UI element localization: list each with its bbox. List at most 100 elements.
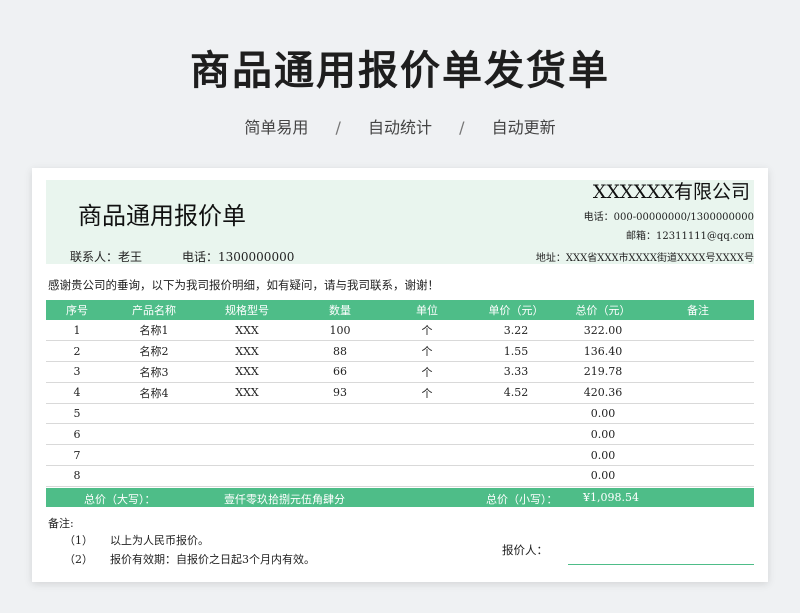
- tag-auto-update: 自动更新: [491, 118, 556, 137]
- table-cell: 219.78: [564, 361, 642, 383]
- total-row: 总价（大写）： 壹仟零玖拾捌元伍角肆分 总价（小写）： ¥1,098.54: [46, 488, 754, 507]
- table-cell: [642, 403, 754, 425]
- table-cell: 1.55: [468, 340, 564, 363]
- tag-separator: /: [335, 118, 341, 137]
- table-cell: 4: [46, 382, 108, 404]
- table-cell: XXX: [200, 361, 294, 383]
- table-cell: 0.00: [564, 444, 642, 467]
- table-cell: 136.40: [564, 340, 642, 363]
- table-cell: [294, 403, 386, 425]
- col-header: 产品名称: [108, 300, 200, 320]
- table-cell: [386, 465, 468, 487]
- table-cell: 名称4: [108, 382, 200, 404]
- total-lower-value: ¥1,098.54: [583, 491, 639, 504]
- col-header: 数量: [294, 300, 386, 320]
- col-header: 规格型号: [200, 300, 294, 320]
- table-cell: [468, 403, 564, 425]
- table-cell: [200, 423, 294, 446]
- table-cell: 个: [386, 320, 468, 342]
- tag-easy: 简单易用: [244, 118, 309, 137]
- table-cell: 5: [46, 403, 108, 425]
- table-cell: [108, 465, 200, 487]
- table-row: 2 名称2 XXX 88 个 1.55 136.40: [46, 340, 754, 363]
- thanks-text: 感谢贵公司的垂询，以下为我司报价明细，如有疑问，请与我司联系，谢谢！: [48, 278, 439, 292]
- table-cell: [294, 444, 386, 467]
- table-cell: 个: [386, 340, 468, 363]
- table-cell: [642, 361, 754, 383]
- table-cell: [642, 382, 754, 404]
- feature-tags: 简单易用 / 自动统计 / 自动更新: [0, 114, 800, 138]
- table-header: 序号 产品名称 规格型号 数量 单位 单价（元） 总价（元） 备注: [46, 300, 754, 320]
- table-cell: 3: [46, 361, 108, 383]
- col-header: 总价（元）: [564, 300, 642, 320]
- table-cell: 个: [386, 382, 468, 404]
- table-cell: [642, 320, 754, 342]
- table-cell: [108, 403, 200, 425]
- note-number: （2）: [64, 553, 93, 566]
- note-text: 报价有效期：自报价之日起3个月内有效。: [110, 553, 315, 566]
- col-header: 序号: [46, 300, 108, 320]
- table-cell: 0.00: [564, 403, 642, 425]
- table-row: 1 名称1 XXX 100 个 3.22 322.00: [46, 320, 754, 342]
- table-cell: 6: [46, 423, 108, 446]
- table-cell: 2: [46, 340, 108, 363]
- company-address: 地址：XXX省XXX市XXXX街道XXXX号XXXX号: [535, 253, 754, 264]
- table-cell: 93: [294, 382, 386, 404]
- table-cell: [468, 423, 564, 446]
- tag-auto-stat: 自动统计: [367, 118, 432, 137]
- table-cell: [108, 423, 200, 446]
- table-cell: 个: [386, 361, 468, 383]
- table-cell: 3.33: [468, 361, 564, 383]
- table-cell: [468, 465, 564, 487]
- table-cell: 100: [294, 320, 386, 342]
- total-lower-label: 总价（小写）：: [486, 493, 558, 506]
- table-cell: [108, 444, 200, 467]
- table-cell: 0.00: [564, 465, 642, 487]
- table-cell: [468, 444, 564, 467]
- table-cell: 0.00: [564, 423, 642, 446]
- table-cell: 420.36: [564, 382, 642, 404]
- sheet-title: 商品通用报价单: [78, 202, 246, 230]
- quotation-sheet: 商品通用报价单 XXXXXX有限公司 电话：000-00000000/13000…: [32, 168, 768, 582]
- table-cell: 88: [294, 340, 386, 363]
- company-phone: 电话：000-00000000/1300000000: [583, 212, 754, 223]
- table-cell: 7: [46, 444, 108, 467]
- table-row: 5 0.00: [46, 403, 754, 425]
- table-cell: XXX: [200, 382, 294, 404]
- table-cell: [642, 465, 754, 487]
- table-cell: 66: [294, 361, 386, 383]
- table-cell: [200, 444, 294, 467]
- table-cell: [642, 444, 754, 467]
- col-header: 备注: [642, 300, 754, 320]
- note-number: （1）: [64, 534, 93, 547]
- notes-label: 备注:: [48, 517, 74, 530]
- tag-separator: /: [459, 118, 465, 137]
- table-cell: [294, 465, 386, 487]
- table-cell: [386, 403, 468, 425]
- table-cell: [642, 340, 754, 363]
- table-cell: 3.22: [468, 320, 564, 342]
- col-header: 单位: [386, 300, 468, 320]
- table-cell: [200, 465, 294, 487]
- quoter-label: 报价人：: [502, 543, 548, 557]
- table-cell: XXX: [200, 340, 294, 363]
- items-table: 序号 产品名称 规格型号 数量 单位 单价（元） 总价（元） 备注 1 名称1 …: [46, 300, 754, 487]
- table-cell: [294, 423, 386, 446]
- page-title: 商品通用报价单发货单: [190, 48, 610, 94]
- table-cell: 8: [46, 465, 108, 487]
- signature-line[interactable]: [568, 564, 754, 565]
- total-upper-value: 壹仟零玖拾捌元伍角肆分: [224, 493, 345, 506]
- table-cell: [200, 403, 294, 425]
- col-header: 单价（元）: [468, 300, 564, 320]
- table-cell: XXX: [200, 320, 294, 342]
- table-cell: [386, 423, 468, 446]
- table-cell: [386, 444, 468, 467]
- table-row: 4 名称4 XXX 93 个 4.52 420.36: [46, 382, 754, 404]
- table-cell: 名称1: [108, 320, 200, 342]
- table-cell: [642, 423, 754, 446]
- contact-person: 联系人：老王: [70, 250, 143, 264]
- company-email: 邮箱：12311111@qq.com: [626, 231, 754, 242]
- company-name: XXXXXX有限公司: [592, 181, 750, 203]
- table-row: 3 名称3 XXX 66 个 3.33 219.78: [46, 361, 754, 383]
- table-cell: 4.52: [468, 382, 564, 404]
